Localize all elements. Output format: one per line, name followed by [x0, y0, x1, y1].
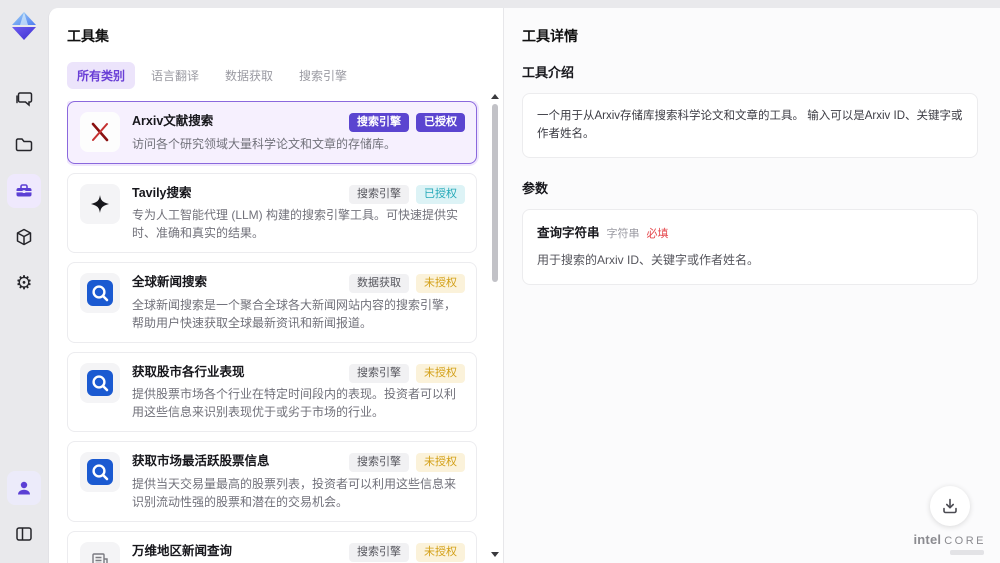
tool-list: Arxiv文献搜索 访问各个研究领域大量科学论文和文章的存储库。 搜索引擎 已授… [67, 101, 489, 563]
tab-data-fetch[interactable]: 数据获取 [215, 62, 283, 89]
tool-tags: 搜索引擎 已授权 [349, 184, 465, 204]
auth-badge: 未授权 [416, 363, 465, 383]
sidebar-item-collapse[interactable] [7, 517, 41, 551]
panel-toggle-icon [16, 527, 32, 541]
scrollbar-thumb[interactable] [492, 104, 498, 282]
auth-badge: 未授权 [416, 542, 465, 562]
user-icon [18, 481, 30, 495]
core-ultra-mark [949, 550, 984, 555]
cube-icon [16, 228, 32, 246]
intel-core-logo: intel core [913, 532, 986, 547]
toolbox-icon [16, 184, 32, 197]
sidebar-item-tools[interactable] [7, 174, 41, 208]
category-badge: 搜索引擎 [349, 542, 409, 562]
app-window: ⚙ 工具集 所有类别 语言翻译 数据获取 搜索引擎 Arxiv文献搜索 访问各个… [0, 0, 1000, 563]
auth-badge: 已授权 [416, 184, 465, 204]
tool-detail-pane: 工具详情 工具介绍 一个用于从Arxiv存储库搜索科学论文和文章的工具。 输入可… [503, 8, 1000, 563]
sparkle-logo-icon [80, 183, 120, 224]
sidebar-item-settings[interactable]: ⚙ [7, 266, 41, 300]
blue-search-logo-icon [80, 362, 120, 403]
list-scrollbar[interactable] [490, 94, 500, 557]
category-tabs: 所有类别 语言翻译 数据获取 搜索引擎 [67, 62, 489, 89]
tool-description: 全球新闻搜索是一个聚合全球各大新闻网站内容的搜索引擎，帮助用户快速获取全球最新资… [132, 297, 457, 330]
category-badge: 搜索引擎 [349, 113, 409, 132]
tool-card-arxiv[interactable]: Arxiv文献搜索 访问各个研究领域大量科学论文和文章的存储库。 搜索引擎 已授… [67, 101, 477, 164]
parameter-name: 查询字符串 [537, 225, 600, 240]
tool-tags: 搜索引擎 已授权 [349, 113, 465, 132]
parameter-header: 查询字符串 字符串 必填 [537, 223, 963, 244]
blue-search-logo-icon [80, 452, 120, 492]
gear-icon: ⚙ [15, 272, 33, 294]
sidebar-item-files[interactable] [7, 128, 41, 162]
download-button[interactable] [929, 486, 970, 526]
auth-badge: 未授权 [416, 274, 465, 293]
tool-tags: 搜索引擎 未授权 [349, 453, 465, 472]
chat-icon [16, 92, 33, 107]
tool-description: 提供股票市场各个行业在特定时间段内的表现。投资者可以利用这些信息来识别表现优于或… [132, 387, 457, 419]
tool-tags: 搜索引擎 未授权 [349, 363, 465, 383]
sidebar-item-account[interactable] [7, 471, 41, 505]
tab-all-categories[interactable]: 所有类别 [67, 62, 136, 89]
parameter-type: 字符串 [606, 227, 640, 240]
tool-card-sector-performance[interactable]: 获取股市各行业表现 提供股票市场各个行业在特定时间段内的表现。投资者可以利用这些… [67, 351, 477, 432]
tab-search-engine[interactable]: 搜索引擎 [289, 62, 357, 89]
tool-card-global-news[interactable]: 全球新闻搜索 全球新闻搜索是一个聚合全球各大新闻网站内容的搜索引擎，帮助用户快速… [67, 262, 477, 343]
news-logo-icon [80, 541, 120, 563]
scrollbar-up-arrow-icon[interactable] [491, 94, 499, 99]
sidebar: ⚙ [0, 0, 48, 563]
tab-language-translation[interactable]: 语言翻译 [141, 62, 209, 89]
params-heading: 参数 [522, 180, 549, 196]
main-content: 工具集 所有类别 语言翻译 数据获取 搜索引擎 Arxiv文献搜索 访问各个研究… [48, 8, 1000, 563]
tool-intro-box: 一个用于从Arxiv存储库搜索科学论文和文章的工具。 输入可以是Arxiv ID… [522, 93, 978, 158]
scrollbar-down-arrow-icon[interactable] [491, 552, 499, 557]
category-badge: 数据获取 [349, 274, 409, 293]
category-badge: 搜索引擎 [349, 453, 409, 472]
blue-search-logo-icon [80, 273, 120, 313]
tool-description: 专为人工智能代理 (LLM) 构建的搜索引擎工具。可快速提供实时、准确和真实的结… [132, 208, 459, 240]
core-wordmark: core [944, 535, 986, 547]
parameter-box: 查询字符串 字符串 必填 用于搜索的Arxiv ID、关键字或作者姓名。 [522, 208, 978, 285]
tool-tags: 搜索引擎 未授权 [349, 542, 465, 562]
tool-card-tavily[interactable]: Tavily搜索 专为人工智能代理 (LLM) 构建的搜索引擎工具。可快速提供实… [67, 172, 477, 253]
tool-card-regional-news[interactable]: 万维地区新闻查询 查询具体行政区划内的新闻，快速了解各地新闻动 搜索引擎 未授权 [67, 530, 477, 563]
tool-description: 提供当天交易量最高的股票列表，投资者可以利用这些信息来识别流动性强的股票和潜在的… [132, 476, 457, 509]
auth-badge: 已授权 [416, 113, 465, 132]
sidebar-item-chat[interactable] [7, 82, 41, 116]
tool-tags: 数据获取 未授权 [349, 274, 465, 293]
page-title: 工具集 [67, 28, 109, 44]
corner-overlay: intel core [913, 486, 986, 555]
tool-description: 访问各个研究领域大量科学论文和文章的存储库。 [132, 136, 397, 151]
tool-list-pane: 工具集 所有类别 语言翻译 数据获取 搜索引擎 Arxiv文献搜索 访问各个研究… [49, 8, 503, 563]
auth-badge: 未授权 [416, 453, 465, 472]
arxiv-logo-icon [80, 112, 120, 152]
app-logo[interactable] [8, 10, 40, 42]
category-badge: 搜索引擎 [349, 363, 409, 383]
detail-title: 工具详情 [522, 28, 578, 44]
tool-card-most-active-stocks[interactable]: 获取市场最活跃股票信息 提供当天交易量最高的股票列表，投资者可以利用这些信息来识… [67, 441, 477, 522]
folder-icon [15, 138, 33, 152]
download-icon [942, 498, 957, 514]
intro-heading: 工具介绍 [522, 65, 575, 80]
parameter-description: 用于搜索的Arxiv ID、关键字或作者姓名。 [537, 253, 760, 268]
intel-wordmark: intel [913, 532, 942, 547]
parameter-required-badge: 必填 [646, 227, 669, 240]
sidebar-item-packages[interactable] [7, 220, 41, 254]
category-badge: 搜索引擎 [349, 184, 409, 204]
